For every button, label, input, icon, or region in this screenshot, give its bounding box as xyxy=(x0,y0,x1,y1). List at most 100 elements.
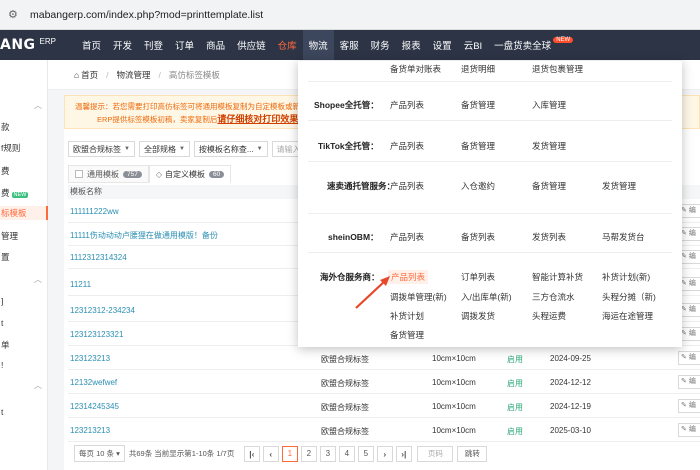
table-row[interactable]: 12314245345 欧盟合规标签 10cm×10cm 启用 2024-12-19 ✎ … xyxy=(68,395,700,418)
sidebar-item[interactable]: ! xyxy=(0,358,48,372)
menu-item[interactable]: 调拨单管理(新) xyxy=(390,291,447,303)
tab-custom-templates[interactable]: ◇ 自定义模板 60 xyxy=(148,165,232,183)
nav-reports[interactable]: 报表 xyxy=(396,30,427,60)
menu-item[interactable]: 退货明细 xyxy=(461,63,495,75)
menu-item[interactable]: 备货管理 xyxy=(461,99,495,111)
sidebar-item[interactable]: 管理 xyxy=(0,229,48,243)
page-button[interactable]: 2 xyxy=(300,445,317,462)
sidebar-item[interactable]: 费 NEW xyxy=(0,186,48,200)
sidebar-item[interactable]: 费 xyxy=(0,164,48,178)
menu-item[interactable]: 头程分摊（新) xyxy=(602,291,656,303)
menu-item[interactable]: 产品列表 xyxy=(390,99,424,111)
menu-item[interactable]: 备货单对账表 xyxy=(390,63,441,75)
table-row[interactable]: 123213213 欧盟合规标签 10cm×10cm 启用 2025-03-10 ✎ 编 xyxy=(68,419,700,442)
menu-item[interactable]: 补货计划 xyxy=(390,310,424,322)
menu-item[interactable]: 入仓邀约 xyxy=(461,180,495,192)
nav-settings[interactable]: 设置 xyxy=(427,30,458,60)
page-jump-input[interactable]: 页码 xyxy=(417,445,454,462)
template-name-link[interactable]: 11211 xyxy=(70,280,91,289)
chevron-up-icon[interactable]: ︿ xyxy=(34,100,42,111)
nav-global-sales[interactable]: 一盘货卖全球 NEW xyxy=(488,30,579,60)
tab-general-templates[interactable]: 通用模板 757 xyxy=(68,165,149,183)
menu-item[interactable]: 三方仓流水 xyxy=(532,291,575,303)
template-name-link[interactable]: 12132wefwef xyxy=(70,378,117,387)
menu-item[interactable]: 调拨发货 xyxy=(461,310,495,322)
template-name-link[interactable]: 123123123321 xyxy=(70,330,123,339)
breadcrumb-section[interactable]: 物流管理 xyxy=(117,69,151,81)
sidebar-item[interactable]: 单 xyxy=(0,338,48,352)
menu-item[interactable]: 发货列表 xyxy=(532,231,566,243)
menu-item[interactable]: 备货管理 xyxy=(532,180,566,192)
table-row[interactable]: 123123213 欧盟合规标签 10cm×10cm 启用 2024-09-25 ✎ 编 xyxy=(68,347,700,370)
sidebar-item[interactable]: f规则 xyxy=(0,141,48,155)
home-icon[interactable]: ⌂ xyxy=(74,70,79,80)
nav-home[interactable]: 首页 xyxy=(76,30,107,60)
sidebar-item[interactable]: 置 xyxy=(0,250,48,264)
size-select[interactable]: 全部规格 ▼ xyxy=(138,141,190,157)
type-select[interactable]: 欧盟合规标签 ▼ xyxy=(68,141,135,157)
sidebar-item-label-templates[interactable]: 标模板 xyxy=(0,206,48,220)
edit-button[interactable]: ✎ 编 xyxy=(678,399,700,413)
sidebar-item[interactable]: t xyxy=(0,316,48,330)
page-button[interactable]: 5 xyxy=(357,445,374,462)
template-name-link[interactable]: 123213213 xyxy=(70,426,110,435)
sidebar-item[interactable]: ] xyxy=(0,294,48,308)
menu-item[interactable]: 头程运费 xyxy=(532,310,566,322)
page-button[interactable]: 1 xyxy=(281,445,298,462)
breadcrumb-home[interactable]: 首页 xyxy=(81,69,98,81)
template-name-link[interactable]: 12312312-234234 xyxy=(70,306,135,315)
menu-item[interactable]: 智能计算补货 xyxy=(532,271,583,283)
chevron-up-icon[interactable]: ︿ xyxy=(34,380,42,391)
page-size-select[interactable]: 每页 10 条 ▾ xyxy=(74,445,125,462)
url-text[interactable]: mabangerp.com/index.php?mod=printtemplat… xyxy=(30,9,263,21)
menu-item[interactable]: 入库管理 xyxy=(532,99,566,111)
menu-item[interactable]: 备货列表 xyxy=(461,231,495,243)
menu-item[interactable]: 发货管理 xyxy=(602,180,636,192)
edit-button[interactable]: ✎ 编 xyxy=(678,375,700,389)
jump-button[interactable]: 跳转 xyxy=(457,445,488,462)
table-row[interactable]: 12132wefwef 欧盟合规标签 10cm×10cm 启用 2024-12-12 ✎ … xyxy=(68,371,700,394)
menu-item[interactable]: 产品列表 xyxy=(390,231,424,243)
nav-supply-chain[interactable]: 供应链 xyxy=(231,30,272,60)
sidebar-item[interactable]: 款 xyxy=(0,120,48,134)
menu-item[interactable]: 入/出库单(新) xyxy=(461,291,512,303)
nav-customer-service[interactable]: 客服 xyxy=(334,30,365,60)
nav-cloud-bi[interactable]: 云BI xyxy=(458,30,488,60)
menu-item[interactable]: 备货管理 xyxy=(461,140,495,152)
next-page-button[interactable]: › xyxy=(376,445,393,462)
page-button[interactable]: 3 xyxy=(319,445,336,462)
nav-products[interactable]: 商品 xyxy=(200,30,231,60)
menu-item[interactable]: 海运在途管理 xyxy=(602,310,653,322)
template-name-link[interactable]: 12314245345 xyxy=(70,402,119,411)
sidebar-item[interactable]: t xyxy=(0,405,48,419)
template-name-link[interactable]: 1112312314324 xyxy=(70,253,127,262)
mabang-logo[interactable]: ANG ERP xyxy=(0,37,76,54)
menu-item[interactable]: 产品列表 xyxy=(390,140,424,152)
menu-item[interactable]: 发货管理 xyxy=(532,140,566,152)
nav-develop[interactable]: 开发 xyxy=(107,30,138,60)
first-page-button[interactable]: |‹ xyxy=(243,445,260,462)
template-name-link[interactable]: 11111伤动动动卢腰狸在做通用模版！备份 xyxy=(70,230,218,241)
menu-item[interactable]: 马帮发货台 xyxy=(602,231,645,243)
nav-orders[interactable]: 订单 xyxy=(169,30,200,60)
menu-item[interactable]: 备货管理 xyxy=(390,329,424,341)
edit-button[interactable]: ✎ 编 xyxy=(678,351,700,365)
site-settings-icon[interactable]: ⚙ xyxy=(8,8,26,21)
menu-item[interactable]: 补货计划(新) xyxy=(602,271,650,283)
page-button[interactable]: 4 xyxy=(338,445,355,462)
search-field-select[interactable]: 按模板名称查... ▼ xyxy=(193,141,268,157)
menu-item[interactable]: 订单列表 xyxy=(461,271,495,283)
checkbox[interactable] xyxy=(75,170,83,178)
menu-item[interactable]: 退货包裹管理 xyxy=(532,63,583,75)
edit-button[interactable]: ✎ 编 xyxy=(678,423,700,437)
template-name-link[interactable]: 111111222ww xyxy=(70,207,119,216)
last-page-button[interactable]: ›| xyxy=(395,445,412,462)
nav-logistics[interactable]: 物流 xyxy=(302,30,334,60)
notice-link[interactable]: 请仔细核对打印效果 xyxy=(217,114,298,124)
template-name-link[interactable]: 123123213 xyxy=(70,354,110,363)
prev-page-button[interactable]: ‹ xyxy=(262,445,279,462)
chevron-up-icon[interactable]: ︿ xyxy=(34,274,42,285)
nav-finance[interactable]: 财务 xyxy=(365,30,396,60)
nav-listing[interactable]: 刊登 xyxy=(138,30,169,60)
browser-address-bar[interactable]: ⚙ mabangerp.com/index.php?mod=printtempl… xyxy=(0,0,700,30)
